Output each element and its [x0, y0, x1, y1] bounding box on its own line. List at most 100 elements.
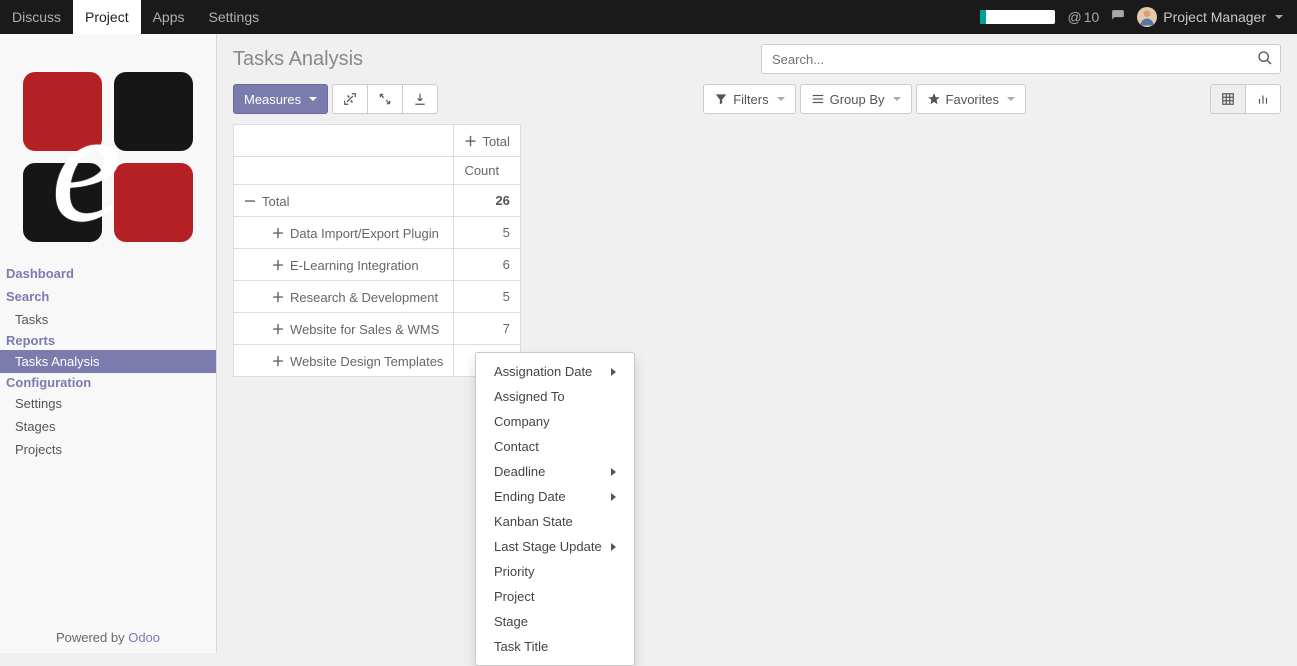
- pivot-row-label: Research & Development: [290, 290, 438, 305]
- expand-axis-button[interactable]: [332, 84, 368, 114]
- chevron-right-icon: [611, 468, 616, 476]
- context-menu-item[interactable]: Deadline: [476, 459, 634, 484]
- pivot-row-header[interactable]: ＋ E-Learning Integration: [234, 249, 454, 281]
- plus-icon: ＋: [272, 255, 284, 274]
- minus-icon: －: [244, 191, 256, 210]
- user-menu[interactable]: Project Manager: [1137, 7, 1283, 27]
- filters-label: Filters: [733, 92, 768, 107]
- sidebar-reports-header: Reports: [0, 331, 216, 350]
- groupby-label: Group By: [830, 92, 885, 107]
- nav-apps[interactable]: Apps: [141, 0, 197, 34]
- context-menu-item[interactable]: Company: [476, 409, 634, 434]
- context-menu-item[interactable]: Stage: [476, 609, 634, 634]
- context-menu-label: Company: [494, 414, 550, 429]
- sidebar-stages[interactable]: Stages: [0, 415, 216, 438]
- sidebar-projects[interactable]: Projects: [0, 438, 216, 461]
- top-navbar: Discuss Project Apps Settings @ 10 Proje…: [0, 0, 1297, 34]
- favorites-button[interactable]: Favorites: [916, 84, 1026, 114]
- user-name: Project Manager: [1163, 9, 1266, 25]
- search-icon[interactable]: [1257, 50, 1273, 69]
- context-menu-label: Kanban State: [494, 514, 573, 529]
- pivot-row-label: Website Design Templates: [290, 354, 443, 369]
- progress-indicator[interactable]: [980, 10, 1055, 24]
- graph-view-button[interactable]: [1245, 84, 1281, 114]
- search-input[interactable]: [761, 44, 1281, 74]
- flip-axis-button[interactable]: [367, 84, 403, 114]
- chat-icon[interactable]: [1111, 9, 1125, 26]
- footer-brand[interactable]: Odoo: [128, 630, 160, 645]
- main-layout: e Dashboard Search Tasks Reports Tasks A…: [0, 34, 1297, 653]
- context-menu-item[interactable]: Task Title: [476, 634, 634, 659]
- pivot-tool-group: [332, 84, 438, 114]
- pivot-view-button[interactable]: [1210, 84, 1246, 114]
- sidebar-tasks-analysis[interactable]: Tasks Analysis: [0, 350, 216, 373]
- download-button[interactable]: [402, 84, 438, 114]
- context-menu-label: Deadline: [494, 464, 545, 479]
- context-menu-label: Assignation Date: [494, 364, 592, 379]
- groupby-button[interactable]: Group By: [800, 84, 912, 114]
- context-menu-item[interactable]: Ending Date: [476, 484, 634, 509]
- footer: Powered by Odoo: [0, 630, 216, 645]
- pivot-row-value: 5: [454, 281, 520, 313]
- pivot-row-value: 7: [454, 313, 520, 345]
- col-total-header[interactable]: ＋ Total: [454, 125, 520, 157]
- pivot-row-header[interactable]: ＋Data Import/Export Plugin: [234, 217, 454, 249]
- sidebar-settings[interactable]: Settings: [0, 392, 216, 415]
- mentions-badge[interactable]: @ 10: [1067, 9, 1099, 25]
- sidebar-search[interactable]: Search: [0, 285, 216, 308]
- page-title: Tasks Analysis: [233, 48, 363, 71]
- nav-project[interactable]: Project: [73, 0, 141, 34]
- caret-down-icon: [893, 97, 901, 101]
- pivot-row-value: 5: [454, 217, 520, 249]
- context-menu-item[interactable]: Project: [476, 584, 634, 609]
- groupby-context-menu: Assignation Date Assigned To Company Contac…: [475, 352, 635, 666]
- filters-button[interactable]: Filters: [703, 84, 795, 114]
- content-header: Tasks Analysis: [217, 34, 1297, 82]
- caret-down-icon: [1007, 97, 1015, 101]
- plus-icon: ＋: [272, 223, 284, 242]
- measures-label: Measures: [244, 92, 301, 107]
- context-menu-item[interactable]: Assignation Date: [476, 359, 634, 384]
- pivot-table: ＋Total Count －Total 26 ＋Data Import/Expo…: [233, 124, 521, 377]
- search-bar: [761, 44, 1281, 74]
- context-menu-item[interactable]: Contact: [476, 434, 634, 459]
- pivot-row-label: E-Learning Integration: [290, 258, 419, 273]
- col-total-label: Total: [482, 134, 509, 149]
- nav-discuss[interactable]: Discuss: [0, 0, 73, 34]
- context-menu-item[interactable]: Last Stage Update: [476, 534, 634, 559]
- context-menu-item[interactable]: Assigned To: [476, 384, 634, 409]
- sidebar-config-header: Configuration: [0, 373, 216, 392]
- nav-settings[interactable]: Settings: [197, 0, 272, 34]
- pivot-row-header[interactable]: ＋Website Design Templates: [234, 345, 454, 377]
- context-menu-label: Task Title: [494, 639, 548, 654]
- context-menu-item[interactable]: Kanban State: [476, 509, 634, 534]
- pivot-row-label: Website for Sales & WMS: [290, 322, 439, 337]
- navbar-right: @ 10 Project Manager: [980, 7, 1297, 27]
- pivot-row-header[interactable]: ＋ Research & Development: [234, 281, 454, 313]
- pivot-empty: [234, 157, 454, 185]
- mentions-count: 10: [1084, 9, 1100, 25]
- plus-icon: ＋: [464, 131, 476, 150]
- row-total-header[interactable]: － Total: [234, 185, 454, 217]
- chevron-right-icon: [611, 368, 616, 376]
- pivot-row-header[interactable]: ＋ Website for Sales & WMS: [234, 313, 454, 345]
- favorites-label: Favorites: [946, 92, 999, 107]
- sidebar-tasks[interactable]: Tasks: [0, 308, 216, 331]
- context-menu-label: Project: [494, 589, 534, 604]
- plus-icon: ＋: [272, 319, 284, 338]
- footer-prefix: Powered by: [56, 630, 128, 645]
- chevron-right-icon: [611, 543, 616, 551]
- caret-down-icon: [1275, 15, 1283, 19]
- context-menu-label: Priority: [494, 564, 534, 579]
- sidebar: e Dashboard Search Tasks Reports Tasks A…: [0, 34, 217, 653]
- context-menu-label: Ending Date: [494, 489, 566, 504]
- toolbar: Measures Filters: [217, 82, 1297, 124]
- pivot-corner: [234, 125, 454, 157]
- sidebar-dashboard[interactable]: Dashboard: [0, 262, 216, 285]
- plus-icon: ＋: [272, 287, 284, 306]
- chevron-right-icon: [611, 493, 616, 501]
- row-total-label: Total: [262, 194, 289, 209]
- context-menu-item[interactable]: Priority: [476, 559, 634, 584]
- content-area: Tasks Analysis Measures: [217, 34, 1297, 653]
- measures-button[interactable]: Measures: [233, 84, 328, 114]
